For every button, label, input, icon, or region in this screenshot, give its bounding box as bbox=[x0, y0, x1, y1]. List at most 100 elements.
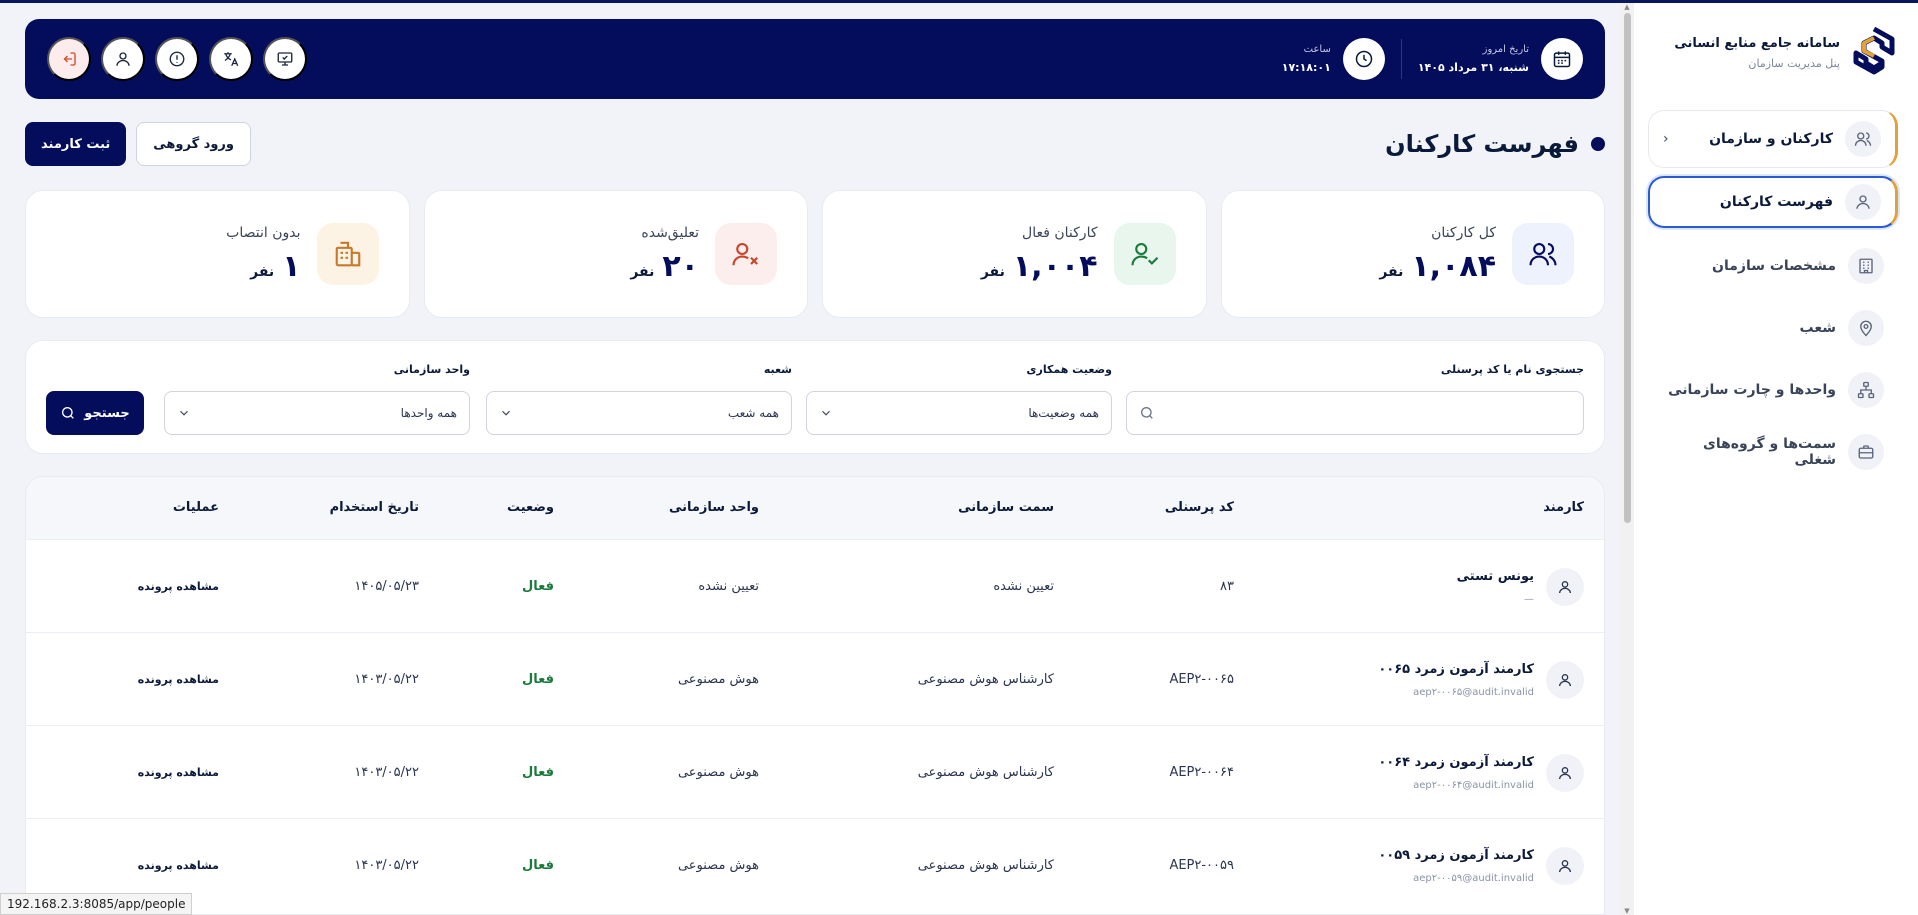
sidebar-item-label: واحدها و چارت سازمانی bbox=[1668, 382, 1836, 398]
search-button[interactable]: جستجو bbox=[46, 391, 144, 435]
position: کارشناس هوش مصنوعی bbox=[917, 765, 1054, 780]
avatar-user-icon bbox=[1546, 846, 1584, 885]
position: کارشناس هوش مصنوعی bbox=[917, 672, 1054, 687]
personnel-code: ۸۳ bbox=[1220, 579, 1234, 594]
employee-name: کارمند آزمون زمرد ۰۰۶۵ bbox=[1378, 661, 1534, 677]
monitor-icon bbox=[276, 50, 294, 68]
sidebar-item-label: فهرست کارکنان bbox=[1719, 194, 1833, 210]
brand: سامانه جامع منابع انسانی پنل مدیریت سازم… bbox=[1646, 25, 1896, 81]
add-employee-button[interactable]: ثبت کارمند bbox=[25, 122, 127, 166]
profile-icon bbox=[114, 50, 132, 68]
column-header-personnel-code: کد پرسنلی bbox=[1164, 500, 1234, 515]
table-row[interactable]: کارمند آزمون زمرد ۰۰۵۹ aep۲-۰۰۵۹@audit.i… bbox=[26, 818, 1604, 911]
status-badge: فعال bbox=[521, 672, 554, 687]
filter-panel: جستجوی نام یا کد پرسنلی وضعیت همکاری همه… bbox=[25, 340, 1605, 454]
employee-cell: کارمند آزمون زمرد ۰۰۶۴ aep۲-۰۰۶۴@audit.i… bbox=[1378, 726, 1584, 819]
sidebar-item-branches[interactable]: شعب bbox=[1648, 302, 1898, 354]
status-badge: فعال bbox=[521, 858, 554, 873]
status-select[interactable]: همه وضعیت‌ها bbox=[806, 391, 1112, 435]
nav-group-label: کارکنان و سازمان bbox=[1709, 131, 1833, 147]
date-label: تاریخ امروز bbox=[1482, 44, 1529, 55]
org-unit: تعیین نشده bbox=[698, 579, 759, 594]
sidebar-item-label: شعب bbox=[1799, 320, 1837, 336]
branch-select[interactable]: همه شعب bbox=[486, 391, 792, 435]
building-icon bbox=[1848, 248, 1884, 284]
view-file-link[interactable]: مشاهده پرونده bbox=[138, 726, 219, 819]
calendar-icon bbox=[1541, 38, 1583, 80]
stat-value: ۲۰ bbox=[662, 248, 699, 284]
table-row[interactable]: یونس تستی — ۸۳ تعیین نشده تعیین نشده فعا… bbox=[26, 539, 1604, 632]
logout-button[interactable] bbox=[47, 37, 91, 81]
scroll-down-arrow-icon[interactable]: ▼ bbox=[1623, 907, 1631, 915]
view-file-link[interactable]: مشاهده پرونده bbox=[138, 633, 219, 726]
display-button[interactable] bbox=[263, 37, 307, 81]
brand-logo-icon bbox=[1852, 27, 1896, 79]
main-scrollbar[interactable]: ▲ ▼ bbox=[1620, 3, 1634, 915]
stats-cards: کل کارکنان ۱,۰۸۴ نفر کارکنان فعال ۱,۰۰۴ … bbox=[25, 190, 1605, 318]
chevron-down-icon bbox=[499, 406, 513, 420]
stat-card-total: کل کارکنان ۱,۰۸۴ نفر bbox=[1220, 190, 1605, 318]
search-input-wrapper[interactable] bbox=[1126, 391, 1584, 435]
sidebar-item-positions-groups[interactable]: سمت‌ها و گروه‌های شغلی bbox=[1648, 426, 1898, 478]
sidebar-item-units-chart[interactable]: واحدها و چارت سازمانی bbox=[1648, 364, 1898, 416]
language-button[interactable] bbox=[209, 37, 253, 81]
user-icon bbox=[1845, 184, 1881, 220]
stat-card-unassigned: بدون انتصاب ۱ نفر bbox=[25, 190, 410, 318]
stat-label: بدون انتصاب bbox=[226, 224, 301, 241]
sidebar-item-organization-profile[interactable]: مشخصات سازمان bbox=[1648, 240, 1898, 292]
sidebar-item-employees-list[interactable]: فهرست کارکنان bbox=[1648, 176, 1898, 228]
translate-icon bbox=[222, 50, 240, 68]
user-check-icon bbox=[1113, 223, 1176, 285]
column-header-position: سمت سازمانی bbox=[958, 500, 1054, 515]
hire-date: ۱۴۰۳/۰۵/۲۲ bbox=[354, 672, 419, 687]
scrollbar-thumb[interactable] bbox=[1624, 13, 1631, 523]
stat-unit: نفر bbox=[630, 263, 655, 280]
employee-name: کارمند آزمون زمرد ۰۰۶۴ bbox=[1378, 754, 1534, 770]
unit-select[interactable]: همه واحدها bbox=[164, 391, 470, 435]
stat-value: ۱,۰۸۴ bbox=[1411, 248, 1496, 284]
status-bar-url: 192.168.2.3:8085/app/people bbox=[0, 893, 193, 915]
table-row[interactable]: کارمند آزمون زمرد ۰۰۶۴ aep۲-۰۰۶۴@audit.i… bbox=[26, 725, 1604, 818]
page-actions: ثبت کارمند ورود گروهی bbox=[25, 122, 252, 166]
time-value: ۱۷:۱۸:۰۱ bbox=[1281, 61, 1331, 74]
employee-email: aep۲-۰۰۶۵@audit.invalid bbox=[1413, 686, 1534, 698]
avatar-user-icon bbox=[1546, 567, 1584, 606]
status-badge: فعال bbox=[521, 579, 554, 594]
stat-value: ۱,۰۰۴ bbox=[1012, 248, 1098, 284]
alerts-button[interactable] bbox=[155, 37, 199, 81]
nav-group-staff-organization[interactable]: کارکنان و سازمان ‹ bbox=[1648, 110, 1898, 168]
table-row[interactable]: کارمند آزمون زمرد ۰۰۶۵ aep۲-۰۰۶۵@audit.i… bbox=[26, 632, 1604, 725]
users-icon bbox=[1512, 223, 1574, 285]
brand-title: سامانه جامع منابع انسانی bbox=[1674, 36, 1840, 51]
stat-unit: نفر bbox=[250, 263, 275, 280]
bulk-import-button[interactable]: ورود گروهی bbox=[136, 122, 252, 166]
employee-name: کارمند آزمون زمرد ۰۰۵۹ bbox=[1378, 847, 1534, 863]
employee-cell: یونس تستی — bbox=[1457, 540, 1584, 633]
hire-date: ۱۴۰۳/۰۵/۲۲ bbox=[354, 858, 419, 873]
employee-cell: کارمند آزمون زمرد ۰۰۵۹ aep۲-۰۰۵۹@audit.i… bbox=[1378, 819, 1584, 912]
position: کارشناس هوش مصنوعی bbox=[917, 858, 1054, 873]
branch-select-value: همه شعب bbox=[727, 406, 779, 420]
search-input[interactable] bbox=[1155, 406, 1571, 420]
table-header: کارمند کد پرسنلی سمت سازمانی واحد سازمان… bbox=[26, 477, 1604, 539]
view-file-link[interactable]: مشاهده پرونده bbox=[138, 540, 219, 633]
column-header-status: وضعیت bbox=[506, 500, 554, 515]
column-header-unit: واحد سازمانی bbox=[668, 500, 759, 515]
avatar-user-icon bbox=[1546, 660, 1584, 699]
status-badge: فعال bbox=[521, 765, 554, 780]
employee-email: aep۲-۰۰۵۹@audit.invalid bbox=[1413, 872, 1534, 884]
org-unit: هوش مصنوعی bbox=[677, 765, 759, 780]
search-icon bbox=[1139, 405, 1155, 421]
scroll-up-arrow-icon[interactable]: ▲ bbox=[1623, 3, 1631, 11]
office-icon bbox=[316, 223, 379, 285]
profile-button[interactable] bbox=[101, 37, 145, 81]
stat-label: کارکنان فعال bbox=[1022, 224, 1098, 241]
search-icon bbox=[60, 405, 76, 421]
clock-block: ساعت ۱۷:۱۸:۰۱ bbox=[1282, 38, 1385, 80]
alert-icon bbox=[168, 50, 186, 68]
position: تعیین نشده bbox=[993, 579, 1054, 594]
chevron-left-icon: ‹ bbox=[1663, 131, 1669, 147]
personnel-code: AEP۲-۰۰۵۹ bbox=[1169, 858, 1234, 873]
chevron-down-icon bbox=[177, 406, 191, 420]
stat-card-suspended: تعلیق‌شده ۲۰ نفر bbox=[423, 190, 808, 318]
